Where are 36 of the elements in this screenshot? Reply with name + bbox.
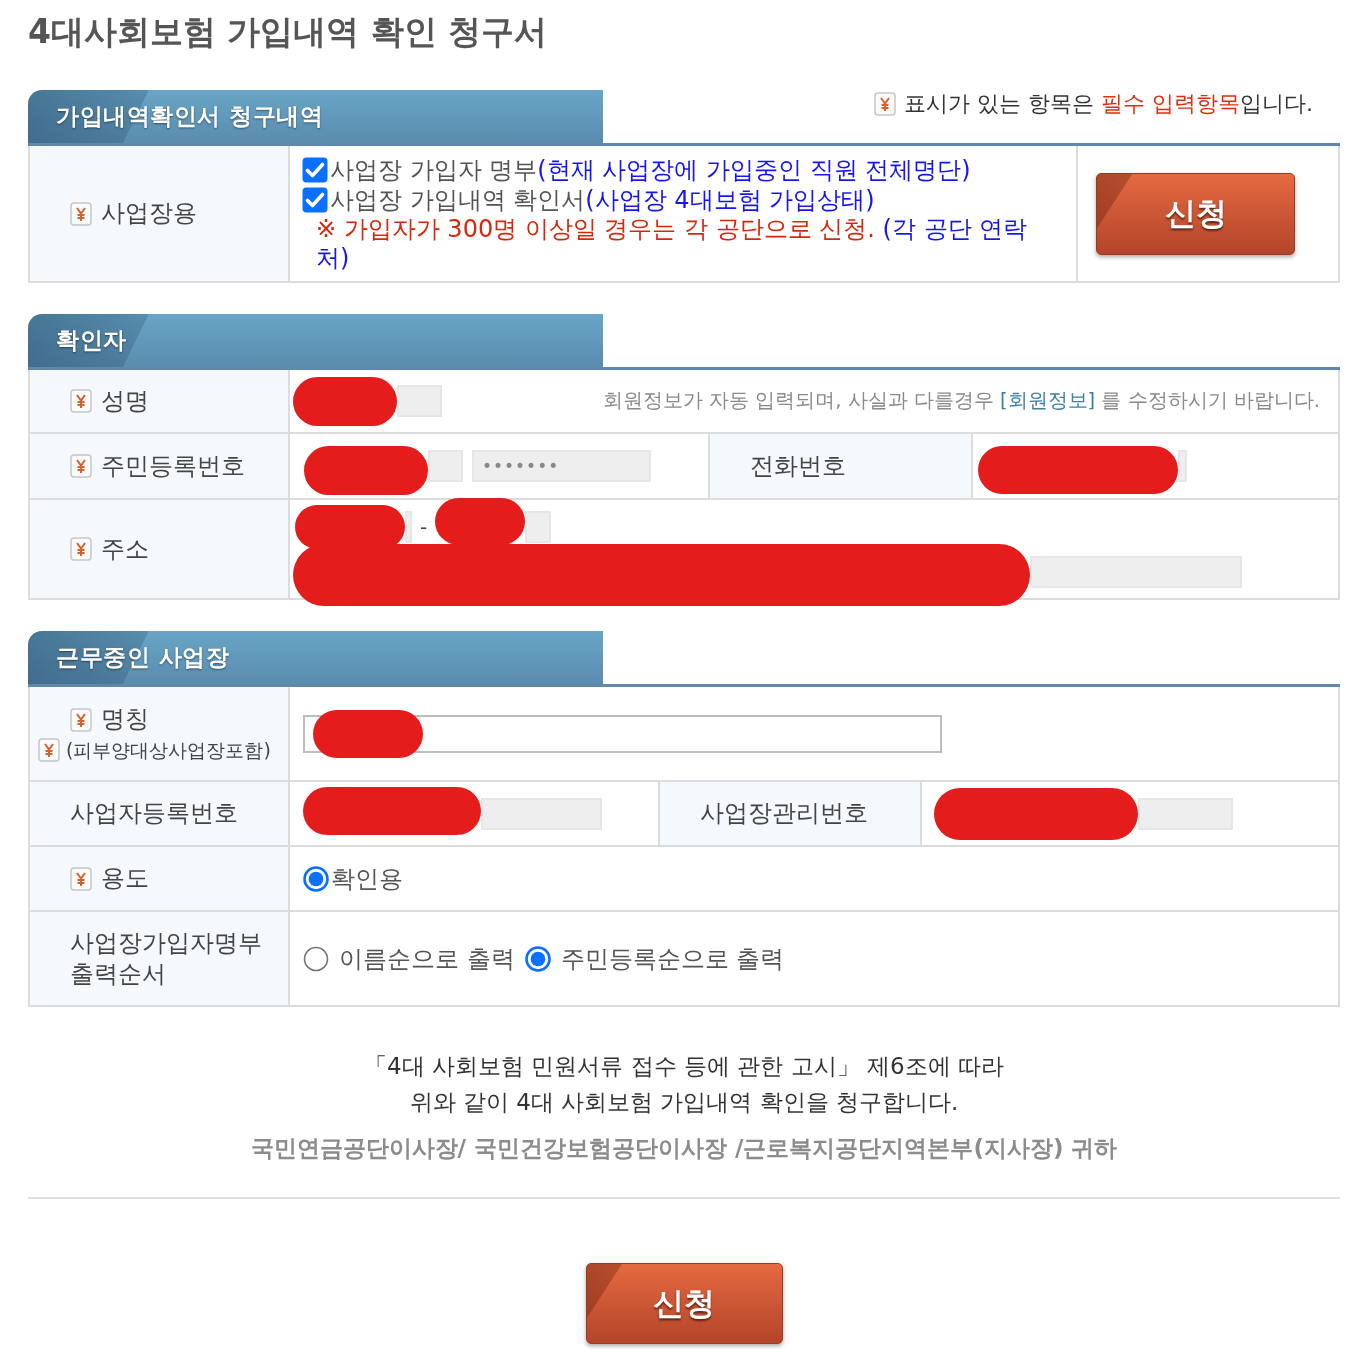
field-label: 명칭: [101, 704, 149, 735]
section-heading: 가입내역확인서 청구내역: [28, 90, 603, 143]
radio-button[interactable]: [524, 945, 551, 972]
field-label: 주소: [101, 533, 149, 565]
field-label: 전화번호: [750, 450, 846, 482]
apply-button[interactable]: 신청: [585, 1263, 783, 1344]
checkbox[interactable]: [302, 186, 328, 213]
declaration-text: 위와 같이 4대 사회보험 가입내역 확인을 청구합니다.: [408, 1088, 960, 1117]
field-label: 성명: [101, 385, 149, 417]
radio-label: 주민등록순으로 출력: [560, 943, 785, 974]
addressee-text: 국민연금공단이사장/ 국민건강보험공단이사장 /근로복지공단지역본부(지사장) 귀하: [249, 1134, 1119, 1163]
field-label: 용도: [101, 863, 149, 894]
text-field[interactable]: •••••••: [472, 450, 651, 482]
checkbox[interactable]: [302, 156, 328, 183]
radio-label: 이름순으로 출력: [339, 943, 515, 974]
member-info-link[interactable]: [회원정보]: [999, 389, 1096, 412]
radio-button[interactable]: [303, 865, 329, 892]
checkbox-label: 사업장 가입자 명부(현재 사업장에 가입중인 직원 전체명단): [330, 154, 971, 185]
checkbox-label: 사업장 가입내역 확인서(사업장 4대보험 가입상태): [330, 184, 875, 215]
field-label: 사업자등록번호: [70, 798, 238, 829]
apply-button[interactable]: 신청: [1096, 172, 1295, 255]
notice-text: ※ 가입자가 300명 이상일 경우는 각 공단으로 신청. (각 공단 연락처): [315, 214, 1029, 273]
auto-fill-note: 회원정보가 자동 입력되며, 사실과 다를경우 [회원정보] 를 수정하시기 바랍니다.: [602, 388, 1320, 414]
field-sublabel: (피부양대상사업장포함): [66, 738, 271, 763]
postcode-separator: -: [420, 514, 428, 539]
required-fields-note: 표시가 있는 항목은 필수 입력항목입니다.: [904, 90, 1313, 118]
section-heading: 확인자: [28, 314, 603, 367]
page-title: 4대사회보험 가입내역 확인 청구서: [28, 11, 549, 53]
radio-button[interactable]: [303, 945, 329, 972]
section-heading: 근무중인 사업장: [28, 631, 603, 684]
radio-label: 확인용: [331, 863, 403, 894]
field-label: 주민등록번호: [101, 450, 245, 482]
field-label: 사업장관리번호: [700, 798, 868, 829]
declaration-text: 「4대 사회보험 민원서류 접수 등에 관한 고시」 제6조에 따라: [363, 1052, 1005, 1081]
field-label: 사업장가입자명부 출력순서: [70, 927, 263, 990]
field-label: 사업장용: [101, 198, 197, 229]
